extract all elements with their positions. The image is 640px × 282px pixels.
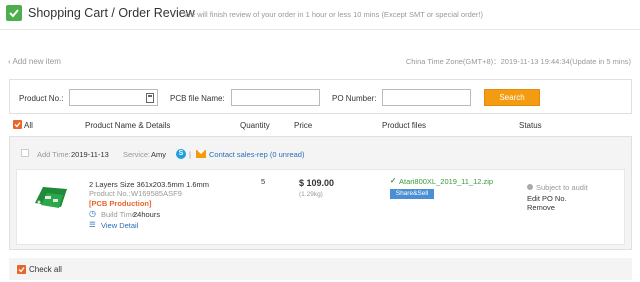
po-number-label: PO Number: xyxy=(332,94,377,103)
status-dot-icon xyxy=(527,184,533,190)
weight-value: (1.29kg) xyxy=(299,191,323,198)
add-time-label: Add Time: xyxy=(37,150,71,159)
select-all-checkbox[interactable] xyxy=(13,120,22,129)
product-file-link[interactable]: Atari800XL_2019_11_12.zip xyxy=(399,177,493,186)
status-text: Subject to audit xyxy=(536,183,588,192)
pcb-thumbnail[interactable] xyxy=(33,181,69,211)
order-checkbox[interactable] xyxy=(21,149,29,157)
share-sell-button[interactable]: Share&Sell xyxy=(390,189,434,199)
check-mark-icon: ✓ xyxy=(390,176,397,185)
order-group: Add Time: 2019-11-13 Service: Amy S | Co… xyxy=(9,136,632,250)
check-all-bar: Check all xyxy=(9,258,632,280)
check-all-checkbox[interactable] xyxy=(17,265,26,274)
timezone-text: China Time Zone(GMT+8)：2019-11-13 19:44:… xyxy=(405,57,631,66)
service-label: Service: xyxy=(123,150,151,159)
edit-po-link[interactable]: Edit PO No. xyxy=(527,194,567,203)
check-icon xyxy=(6,5,22,21)
col-files: Product files xyxy=(382,121,427,130)
table-header: All Product Name & Details Quantity Pric… xyxy=(9,116,632,134)
skype-icon[interactable]: S xyxy=(176,149,186,159)
order-item: 2 Layers Size 361x203.5mm 1.6mm Product … xyxy=(16,169,625,245)
col-all: All xyxy=(24,121,33,130)
order-header: Add Time: 2019-11-13 Service: Amy S | Co… xyxy=(10,137,631,169)
product-no-input[interactable] xyxy=(69,89,158,106)
remove-link[interactable]: Remove xyxy=(527,203,555,212)
col-status: Status xyxy=(519,121,542,130)
mail-icon xyxy=(196,150,206,158)
contact-sales-rep-link[interactable]: Contact sales-rep (0 unread) xyxy=(209,150,304,159)
search-panel: Product No.: PCB file Name: PO Number: S… xyxy=(9,79,632,114)
add-new-item-link[interactable]: ‹ Add new item xyxy=(8,57,61,66)
pcb-file-input[interactable] xyxy=(231,89,320,106)
page-title: Shopping Cart / Order Review xyxy=(28,6,195,20)
quantity-value: 5 xyxy=(261,177,266,186)
calculator-icon[interactable] xyxy=(146,93,154,103)
check-all-label[interactable]: Check all xyxy=(29,265,62,274)
search-button[interactable]: Search xyxy=(484,89,540,106)
page-subtitle: We will finish review of your order in 1… xyxy=(184,10,484,19)
pcb-file-label: PCB file Name: xyxy=(170,94,225,103)
po-number-input[interactable] xyxy=(382,89,471,106)
separator: | xyxy=(189,150,191,159)
price-value: $ 109.00 xyxy=(299,178,335,188)
col-quantity: Quantity xyxy=(240,121,270,130)
list-icon: ☰ xyxy=(89,220,96,229)
col-price: Price xyxy=(294,121,313,130)
product-no-label: Product No.: xyxy=(19,94,64,103)
add-time-value: 2019-11-13 xyxy=(71,150,109,159)
product-name: 2 Layers Size 361x203.5mm 1.6mm xyxy=(89,180,210,189)
product-no: W169585ASF9 xyxy=(131,189,182,198)
clock-icon: ◷ xyxy=(89,209,96,218)
build-time-value: 24hours xyxy=(133,210,161,219)
service-name: Amy xyxy=(151,150,166,159)
product-category: [PCB Production] xyxy=(89,199,152,208)
col-product: Product Name & Details xyxy=(85,121,171,130)
product-no-label: Product No.: xyxy=(89,189,131,198)
page-header: Shopping Cart / Order Review We will fin… xyxy=(0,0,640,30)
view-detail-link[interactable]: View Detail xyxy=(101,221,138,230)
